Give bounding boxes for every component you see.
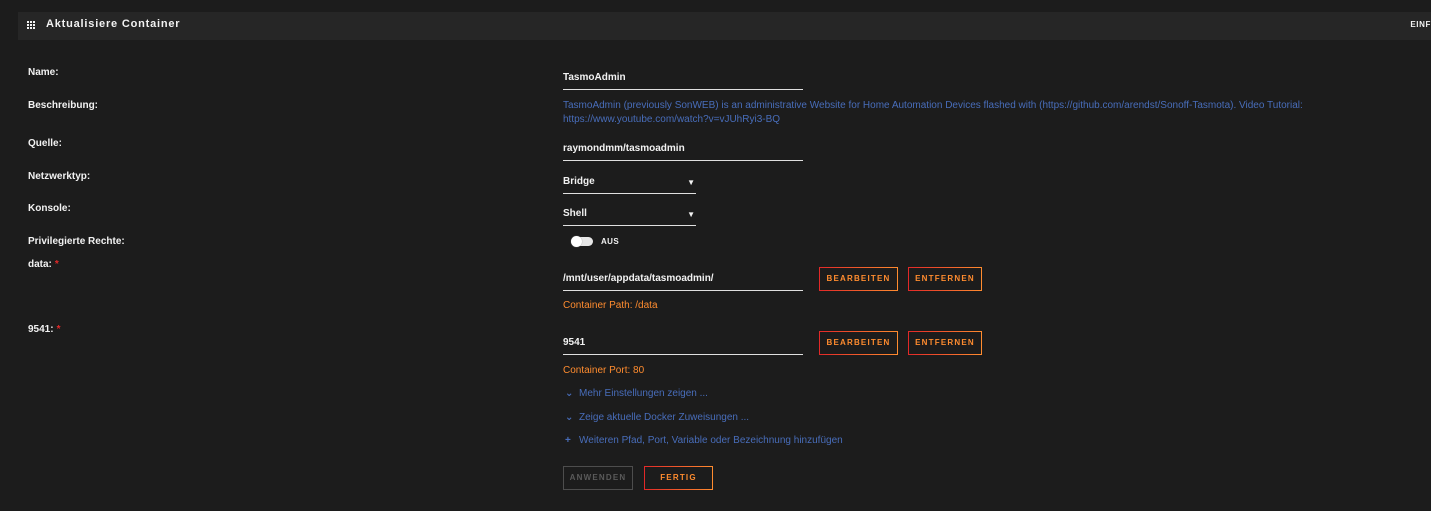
more-settings-text: Mehr Einstellungen zeigen ... [579,388,708,399]
console-select-value: Shell [563,208,587,219]
page-title: Aktualisiere Container [46,18,181,30]
required-mark: * [54,259,59,270]
console-select[interactable]: Shell ▼ [563,207,696,226]
source-input[interactable]: raymondmm/tasmoadmin [563,142,803,161]
done-button[interactable]: FERTIG [644,466,713,490]
toggle-knob [571,236,582,247]
port-remove-button[interactable]: ENTFERNEN [908,331,982,355]
title-bar: Aktualisiere Container EINF [18,12,1431,40]
privileged-label: Privilegierte Rechte: [28,236,125,247]
description-text[interactable]: TasmoAdmin (previously SonWEB) is an adm… [563,99,1383,127]
data-path-label: data: * [28,259,59,270]
docker-allocations-link[interactable]: ⌄ Zeige aktuelle Docker Zuweisungen ... [565,412,749,423]
data-path-edit-button[interactable]: BEARBEITEN [819,267,898,291]
data-path-remove-button[interactable]: ENTFERNEN [908,267,982,291]
add-config-text: Weiteren Pfad, Port, Variable oder Bezei… [579,435,843,446]
privileged-toggle[interactable] [571,236,593,247]
port-label: 9541: * [28,324,60,335]
source-label: Quelle: [28,138,62,149]
privileged-state: AUS [601,237,620,246]
data-path-input[interactable]: /mnt/user/appdata/tasmoadmin/ [563,272,803,291]
required-mark: * [56,324,61,335]
data-path-label-text: data: [28,259,52,270]
caret-down-icon: ▼ [687,178,695,187]
port-input[interactable]: 9541 [563,336,803,355]
console-label: Konsole: [28,203,71,214]
description-label: Beschreibung: [28,100,99,111]
add-config-link[interactable]: + Weiteren Pfad, Port, Variable oder Beze… [565,435,843,446]
port-label-text: 9541: [28,324,54,335]
docker-allocations-text: Zeige aktuelle Docker Zuweisungen ... [579,412,750,423]
port-hint: Container Port: 80 [563,365,645,376]
data-path-hint: Container Path: /data [563,300,658,311]
network-select[interactable]: Bridge ▼ [563,175,696,194]
caret-down-icon: ▼ [687,210,695,219]
grid-icon [27,21,37,30]
chevron-down-icon: ⌄ [565,388,574,399]
title-right-tab[interactable]: EINF [1410,20,1431,29]
apply-button[interactable]: ANWENDEN [563,466,633,490]
plus-icon: + [565,435,571,446]
name-label: Name: [28,67,59,78]
network-label: Netzwerktyp: [28,171,91,182]
name-input[interactable]: TasmoAdmin [563,71,803,90]
more-settings-link[interactable]: ⌄ Mehr Einstellungen zeigen ... [565,388,708,399]
chevron-down-icon: ⌄ [565,412,574,423]
port-edit-button[interactable]: BEARBEITEN [819,331,898,355]
network-select-value: Bridge [563,176,595,187]
